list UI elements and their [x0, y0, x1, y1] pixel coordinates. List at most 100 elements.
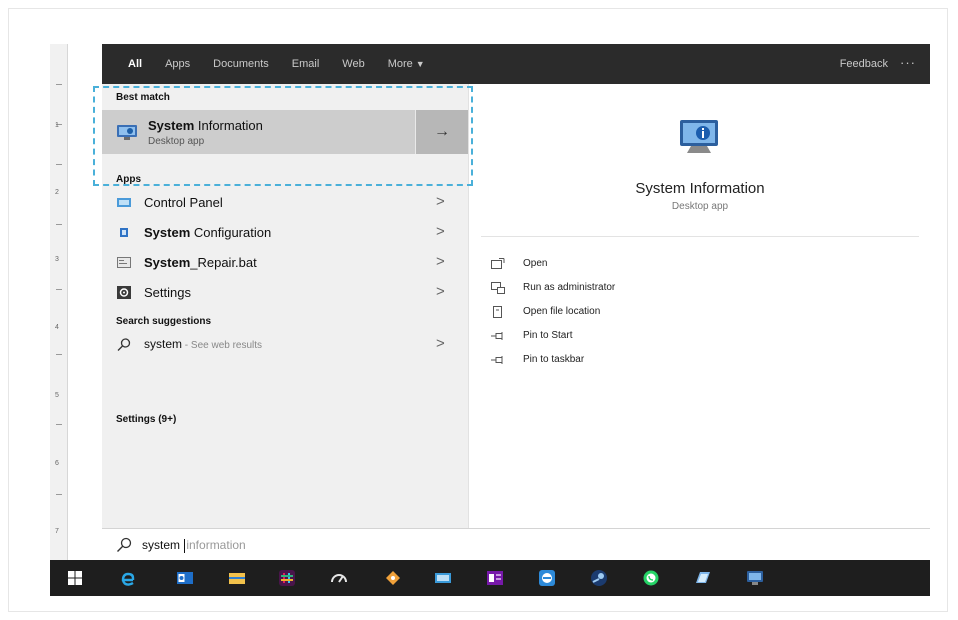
- ruler-number: 5: [55, 392, 59, 399]
- preview-subtitle: Desktop app: [671, 201, 729, 212]
- control-panel-icon: [117, 198, 131, 207]
- system-information-icon[interactable]: [746, 569, 764, 587]
- outlook-icon[interactable]: [176, 569, 194, 587]
- ruler-number: 2: [55, 189, 59, 196]
- action-pin-to-taskbar[interactable]: Pin to taskbar: [491, 352, 731, 372]
- ruler-number: 1: [55, 122, 59, 129]
- ruler-number: 4: [55, 324, 59, 331]
- action-label: Open: [523, 258, 548, 269]
- search-icon: [117, 338, 131, 351]
- ruler-tick: [56, 289, 62, 290]
- tab-web[interactable]: Web: [342, 58, 364, 70]
- windows-start-icon[interactable]: [66, 569, 84, 587]
- best-match-subtitle: Desktop app: [148, 136, 205, 147]
- chevron-right-icon[interactable]: >: [436, 193, 445, 210]
- app-item-settings[interactable]: Settings >: [102, 278, 468, 308]
- apps-heading: Apps: [116, 174, 141, 185]
- file-location-icon: [493, 306, 502, 318]
- notepad-icon[interactable]: [694, 569, 712, 587]
- vertical-ruler: 1 2 3 4 5 6 7 <: [50, 44, 68, 596]
- remote-desktop-icon[interactable]: [538, 569, 556, 587]
- app-item-system-configuration[interactable]: System Configuration >: [102, 218, 468, 248]
- best-match-item[interactable]: System Information Desktop app →: [102, 110, 468, 154]
- app-item-label-rest: Settings: [144, 285, 191, 300]
- search-suggestions-heading: Search suggestions: [116, 316, 212, 327]
- whatsapp-icon[interactable]: [642, 569, 660, 587]
- speedometer-icon[interactable]: [330, 569, 348, 587]
- onenote-icon[interactable]: [486, 569, 504, 587]
- settings-results-heading[interactable]: Settings (9+): [116, 414, 176, 425]
- app-item-label-rest: _Repair.bat: [190, 255, 257, 270]
- ruler-number: 6: [55, 460, 59, 467]
- best-match-heading: Best match: [116, 92, 170, 103]
- more-options-icon[interactable]: ···: [900, 55, 916, 70]
- document-margin: [68, 44, 102, 572]
- action-open-file-location[interactable]: Open file location: [491, 304, 731, 324]
- batch-file-icon: [117, 257, 131, 268]
- app-item-system-repair-bat[interactable]: System_Repair.bat >: [102, 248, 468, 278]
- chevron-right-icon[interactable]: >: [436, 335, 445, 352]
- pin-icon: [491, 356, 503, 364]
- web-suggestion-label: system - See web results: [144, 337, 262, 351]
- open-icon: [491, 258, 505, 269]
- tab-more-label: More: [387, 58, 413, 70]
- best-match-title-rest: Information: [194, 118, 263, 133]
- slack-icon[interactable]: [278, 569, 296, 587]
- action-run-as-administrator[interactable]: Run as administrator: [491, 280, 731, 300]
- system-configuration-icon: [120, 228, 128, 237]
- tag-app-icon[interactable]: [384, 569, 402, 587]
- ruler-tick: [56, 224, 62, 225]
- ruler-number: 7: [55, 528, 59, 535]
- action-label: Open file location: [523, 306, 601, 317]
- edge-icon[interactable]: [118, 569, 136, 587]
- search-scope-bar: All Apps Documents Email Web More ▼ Feedb…: [102, 44, 930, 84]
- chevron-right-icon[interactable]: >: [436, 253, 445, 270]
- app-item-label: Settings: [144, 285, 191, 300]
- ruler-tick: [56, 424, 62, 425]
- tab-more[interactable]: More ▼: [388, 58, 425, 70]
- open-preview-arrow-icon[interactable]: →: [416, 110, 468, 154]
- file-explorer-icon[interactable]: [228, 569, 246, 587]
- ruler-tick: [56, 84, 62, 85]
- caret-down-icon: ▼: [415, 59, 425, 69]
- app-item-label-rest: Configuration: [190, 225, 272, 240]
- feedback-button[interactable]: Feedback: [840, 58, 888, 70]
- app-item-label: System Configuration: [144, 225, 271, 240]
- preview-title: System Information: [635, 180, 765, 197]
- tab-email[interactable]: Email: [292, 58, 320, 70]
- app-item-control-panel[interactable]: Control Panel >: [102, 188, 468, 218]
- search-autocomplete: information: [186, 538, 246, 552]
- preview-pane: System Information Desktop app Open Run …: [468, 84, 930, 528]
- best-match-title: System Information: [148, 118, 263, 133]
- divider: [481, 236, 919, 237]
- action-label: Pin to Start: [523, 330, 573, 341]
- app-item-label-bold: System: [144, 255, 191, 270]
- control-panel-icon[interactable]: [434, 569, 452, 587]
- search-input[interactable]: system information: [142, 538, 246, 553]
- tab-apps[interactable]: Apps: [165, 58, 190, 70]
- search-typed-text: system: [142, 538, 184, 552]
- action-label: Pin to taskbar: [523, 354, 585, 365]
- chevron-right-icon[interactable]: >: [436, 223, 445, 240]
- best-match-title-bold: System: [148, 118, 195, 133]
- tab-documents[interactable]: Documents: [213, 58, 269, 70]
- system-information-icon: [680, 120, 718, 153]
- search-window: All Apps Documents Email Web More ▼ Feedb…: [102, 44, 930, 528]
- action-open[interactable]: Open: [491, 256, 731, 276]
- steam-icon[interactable]: [590, 569, 608, 587]
- search-icon: [117, 537, 132, 552]
- web-suggestion-item[interactable]: system - See web results >: [102, 330, 468, 360]
- results-pane: Best match System Information Desktop ap…: [102, 84, 468, 528]
- pin-icon: [491, 332, 503, 340]
- ruler-number: 3: [55, 256, 59, 263]
- web-suggestion-text: system: [144, 337, 183, 351]
- chevron-right-icon[interactable]: >: [436, 283, 445, 300]
- action-pin-to-start[interactable]: Pin to Start: [491, 328, 731, 348]
- search-box[interactable]: system information: [102, 528, 930, 560]
- web-suggestion-hint: - See web results: [182, 340, 263, 351]
- action-label: Run as administrator: [523, 282, 616, 293]
- system-information-icon: [117, 125, 137, 140]
- ruler-tick: [56, 494, 62, 495]
- settings-gear-icon: [117, 286, 131, 299]
- tab-all[interactable]: All: [128, 58, 142, 70]
